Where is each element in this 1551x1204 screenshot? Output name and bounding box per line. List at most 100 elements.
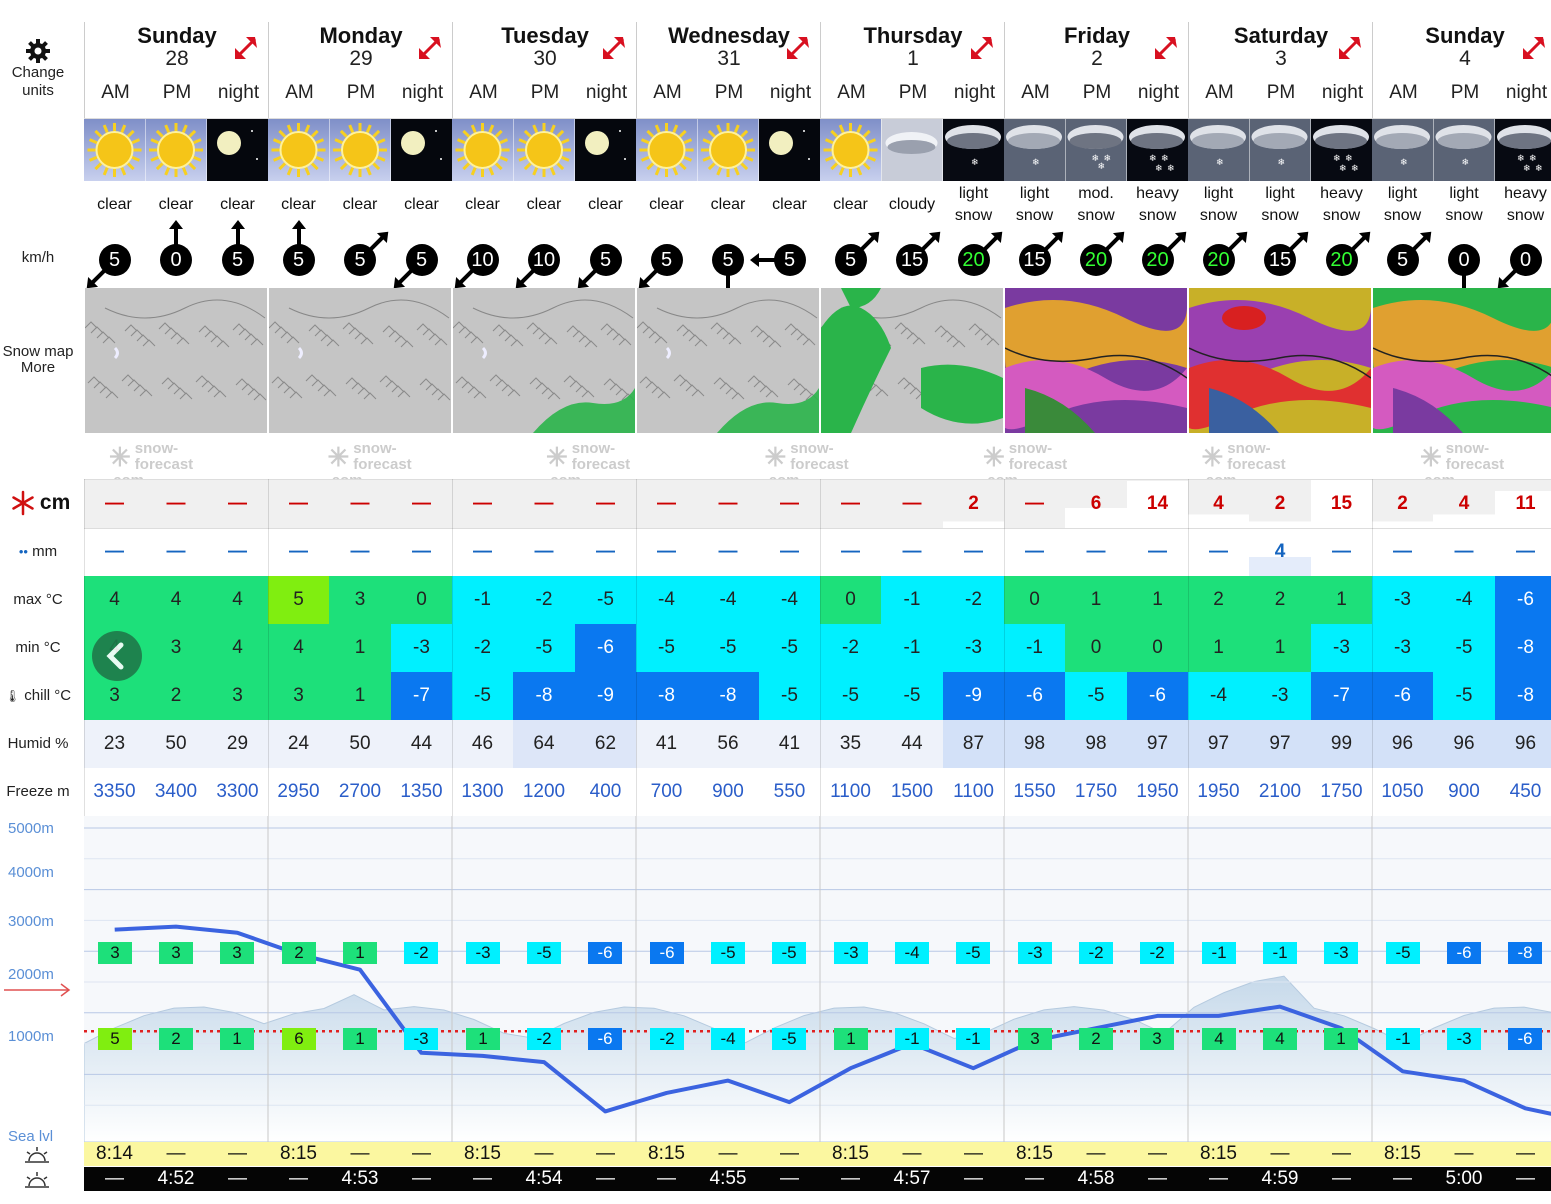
humid-label: Humid % [7, 735, 69, 752]
weather-summary-line: snow [1015, 207, 1054, 224]
weather-summary: clear [84, 182, 145, 232]
weather-icon-cell [759, 119, 820, 181]
snow-map-thumbnail[interactable] [820, 288, 1003, 433]
snow-amount: — [105, 493, 124, 514]
watermark-row: ✳snow-forecast.com✳snow-forecast.com✳sno… [84, 433, 1551, 489]
snow-map-thumbnail[interactable] [636, 288, 819, 433]
peak-temp-chip: -5 [1386, 942, 1420, 964]
wind-speed: 0 [1509, 244, 1542, 276]
altitude-label: 2000m [8, 966, 54, 983]
base-temp-chip: 1 [343, 1028, 377, 1050]
sun-icon [268, 119, 329, 181]
snow-unit-label: cm [0, 490, 80, 516]
svg-text:❄: ❄ [1462, 158, 1470, 168]
day-header[interactable]: Friday 2 AM PM night [1004, 22, 1188, 118]
snow-cloud-icon: ❄ [943, 119, 1004, 181]
base-temp-chip: 4 [1263, 1028, 1297, 1050]
period-label: PM [1082, 82, 1112, 103]
base-temp-chip: -1 [956, 1028, 990, 1050]
wind-speed: 5 [344, 244, 376, 276]
day-header[interactable]: Wednesday 31 AM PM night [636, 22, 820, 118]
day-header[interactable]: Monday 29 AM PM night [268, 22, 452, 118]
snow-amount: — [902, 493, 922, 514]
snow-amount: — [657, 493, 676, 514]
snow-amount: — [841, 493, 860, 514]
wind-cell: 10 [452, 232, 513, 288]
snow-map-more-link[interactable]: More [0, 360, 80, 376]
period-label: PM [1450, 82, 1480, 103]
snow-map-thumbnail[interactable] [1000, 288, 1188, 433]
expand-day-icon[interactable] [784, 34, 812, 62]
weather-summary-line: snow [1261, 207, 1299, 224]
wind-cell: 5 [636, 232, 697, 288]
freeze-level: 1750 [1320, 781, 1363, 802]
sun-icon [329, 119, 391, 181]
expand-day-icon[interactable] [600, 34, 628, 62]
period-label: PM [346, 82, 376, 103]
min-temp: 1 [1188, 624, 1249, 672]
day-header[interactable]: Sunday 28 AM PM night [84, 22, 268, 118]
expand-day-icon[interactable] [416, 34, 444, 62]
peak-temp-chip: -6 [1447, 942, 1481, 964]
sunrise-time: — [350, 1143, 370, 1164]
sunrise-time: — [1086, 1143, 1106, 1164]
sunset-icon [25, 1172, 49, 1188]
weather-summary: cloudy [881, 182, 943, 232]
snow-map-thumbnail[interactable] [1184, 288, 1372, 433]
snow-map-label[interactable]: Snow map More [0, 344, 80, 376]
peak-temp-chip: 3 [159, 942, 193, 964]
sun-icon [452, 119, 513, 181]
weather-summary: clear [759, 182, 820, 232]
altitude-label: 3000m [8, 913, 54, 930]
expand-day-icon[interactable] [968, 34, 996, 62]
sunrise-time: — [166, 1143, 186, 1164]
snow-map-thumbnail[interactable] [1368, 288, 1551, 433]
expand-day-icon[interactable] [232, 34, 260, 62]
rain-amount: — [1025, 541, 1044, 562]
sunrise-row: 8:14 — — 8:15 — — 8:15 — — 8:15 — — 8:15 — — 8:15 — — 8:15… [84, 1142, 1551, 1166]
min-temp: 0 [1065, 624, 1127, 672]
period-label: night [1137, 82, 1180, 103]
change-units-button[interactable]: Change units [0, 38, 76, 100]
svg-text:❄: ❄ [1529, 154, 1537, 164]
day-header[interactable]: Saturday 3 AM PM night [1188, 22, 1372, 118]
back-button[interactable] [92, 631, 142, 681]
svg-text:❄: ❄ [1400, 158, 1408, 168]
sunrise-time: — [1148, 1143, 1167, 1164]
weather-summary-line: snow [1077, 207, 1115, 224]
sun-icon [513, 119, 575, 181]
freeze-level: 1100 [953, 781, 994, 802]
svg-text:❄: ❄ [1032, 158, 1040, 168]
rain-amount: — [780, 541, 799, 562]
snow-map-thumbnail[interactable] [84, 288, 267, 433]
expand-day-icon[interactable] [1152, 34, 1180, 62]
humidity: 96 [1495, 720, 1551, 768]
weather-icon-cell: ❄ ❄ ❄ ❄ [1311, 119, 1372, 181]
snow-cloud-icon: ❄ [1188, 119, 1249, 181]
day-divider [1004, 479, 1005, 816]
snow-cloud-icon: ❄ ❄❄ ❄ [1127, 119, 1188, 181]
snow-amount: — [1025, 493, 1044, 514]
sunset-time: — [105, 1168, 124, 1189]
snow-map-thumbnail[interactable] [268, 288, 451, 433]
peak-temp-chip: -2 [404, 942, 438, 964]
peak-temp-chip: 1 [343, 942, 377, 964]
snow-map-thumbnail[interactable] [452, 288, 635, 433]
sun-icon [84, 119, 145, 181]
period-label: AM [1205, 82, 1234, 103]
weather-summary-line: clear [526, 196, 562, 213]
day-header[interactable]: Tuesday 30 AM PM night [452, 22, 636, 118]
day-header[interactable]: Sunday 4 AM PM night [1372, 22, 1551, 118]
humidity: 41 [759, 720, 820, 768]
base-temp-chip: 4 [1202, 1028, 1236, 1050]
base-temp-chip: -2 [527, 1028, 561, 1050]
snow-map-row[interactable] [84, 288, 1551, 433]
peak-temp-chip: -6 [650, 942, 684, 964]
expand-day-icon[interactable] [1336, 34, 1364, 62]
wind-cell: 5 [329, 232, 391, 288]
day-header[interactable]: Thursday 1 AM PM night [820, 22, 1004, 118]
weather-summary: clear [513, 182, 575, 232]
expand-day-icon[interactable] [1520, 34, 1548, 62]
humidity: 23 [84, 720, 145, 768]
humidity: 64 [513, 720, 575, 768]
